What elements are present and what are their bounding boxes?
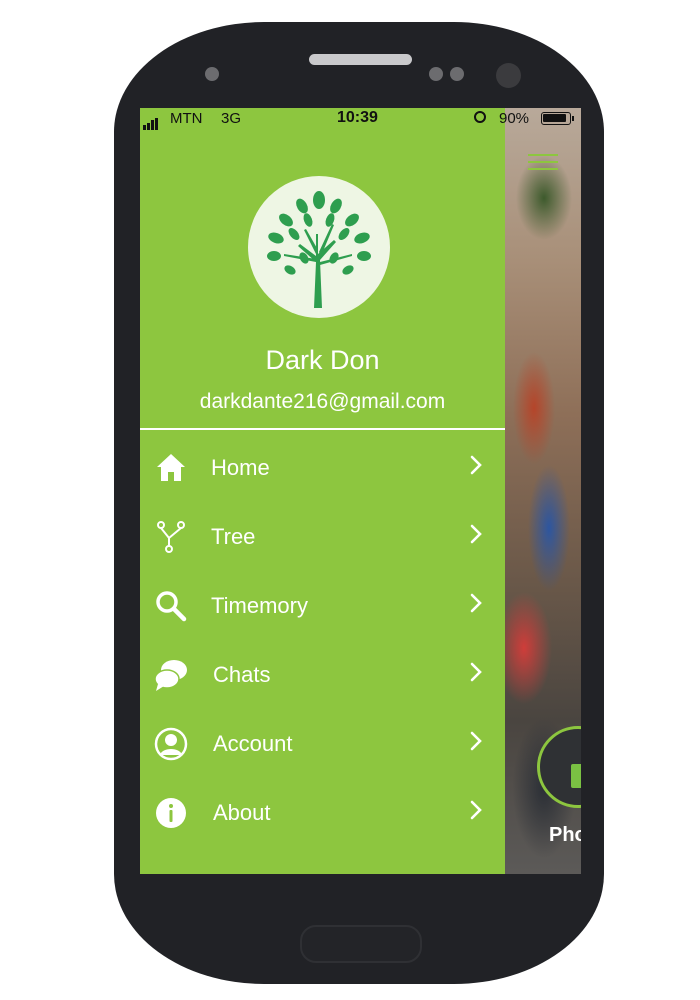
menu-item-tree[interactable]: Tree <box>140 512 505 572</box>
clock: 10:39 <box>337 109 378 126</box>
earpiece-speaker <box>309 54 412 65</box>
phone-screen: Pho Dark Don darkdante216@gmail.com Home… <box>140 108 581 874</box>
battery-icon <box>541 112 571 125</box>
sensor-dot <box>450 67 464 81</box>
info-icon <box>156 798 186 828</box>
alarm-icon <box>474 111 486 123</box>
divider <box>140 428 505 430</box>
fab-label: Pho <box>549 824 581 846</box>
search-icon <box>156 591 187 622</box>
menu-item-label: Home <box>211 455 270 480</box>
menu-item-home[interactable]: Home <box>140 443 505 503</box>
chevron-right-icon <box>470 731 482 751</box>
home-icon <box>157 454 185 481</box>
user-name: Dark Don <box>265 345 380 375</box>
chevron-right-icon <box>470 524 482 544</box>
menu-item-label: Account <box>213 731 293 756</box>
menu-item-about[interactable]: About <box>140 788 505 848</box>
battery-percent: 90% <box>499 110 530 127</box>
tree-branch-icon <box>157 521 185 553</box>
tree-logo-icon <box>267 191 371 308</box>
menu-item-label: Timemory <box>211 593 308 618</box>
hamburger-menu-icon[interactable] <box>528 154 558 175</box>
status-bar: MTN 3G 10:39 90% <box>140 108 581 130</box>
menu-item-label: Chats <box>213 662 271 687</box>
user-email: darkdante216@gmail.com <box>199 390 446 413</box>
chevron-right-icon <box>470 455 482 475</box>
photo-icon <box>571 764 581 788</box>
user-circle-icon <box>154 727 188 761</box>
sensor-dot <box>205 67 219 81</box>
navigation-drawer: Dark Don darkdante216@gmail.com Home Tre… <box>140 108 505 874</box>
profile-avatar[interactable] <box>248 176 390 318</box>
network-type: 3G <box>221 110 242 127</box>
menu-item-timemory[interactable]: Timemory <box>140 581 505 641</box>
chat-bubbles-icon <box>154 660 187 691</box>
chevron-right-icon <box>470 662 482 682</box>
chevron-right-icon <box>470 593 482 613</box>
sensor-dot <box>429 67 443 81</box>
carrier-name: MTN <box>170 110 203 127</box>
chevron-right-icon <box>470 800 482 820</box>
menu-item-chats[interactable]: Chats <box>140 650 505 710</box>
menu-item-label: About <box>213 800 271 825</box>
signal-strength-icon <box>143 113 159 130</box>
battery-tip <box>572 116 574 121</box>
front-camera <box>496 63 521 88</box>
home-button[interactable] <box>300 925 422 963</box>
menu-item-label: Tree <box>211 524 256 549</box>
menu-item-account[interactable]: Account <box>140 719 505 779</box>
